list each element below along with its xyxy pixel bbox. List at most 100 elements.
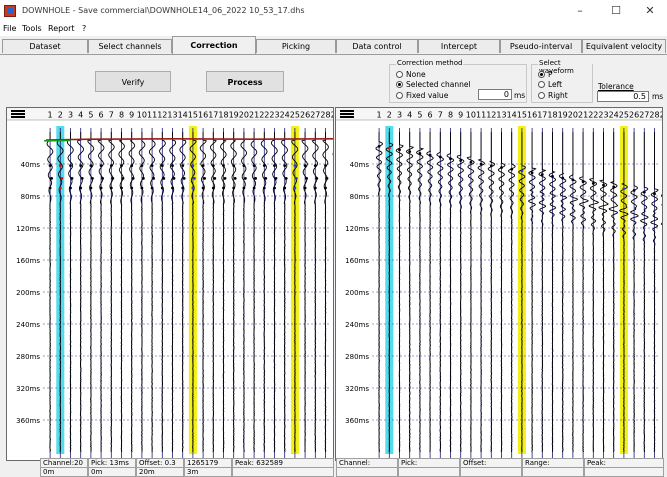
tab-data-control[interactable]: Data control (336, 39, 418, 53)
pick-marker (161, 187, 164, 190)
channel-number-label[interactable]: 23 (269, 111, 279, 120)
channel-number-label[interactable]: 19 (558, 111, 568, 120)
channel-number-label[interactable]: 18 (218, 111, 228, 120)
channel-number-label[interactable]: 21 (578, 111, 588, 120)
channel-number-label[interactable]: 23 (598, 111, 608, 120)
minimize-button[interactable]: – (566, 3, 594, 19)
channel-number-label[interactable]: 11 (147, 111, 157, 120)
tab-correction[interactable]: Correction (172, 36, 256, 54)
time-axis-label: 120ms (16, 225, 40, 233)
channel-number-label[interactable]: 15 (188, 111, 198, 120)
radio-none-button[interactable] (396, 71, 403, 78)
channel-number-label[interactable]: 12 (486, 111, 496, 120)
channel-number-label[interactable]: 7 (438, 111, 443, 120)
menu-help[interactable]: ? (82, 24, 86, 33)
channel-number-label[interactable]: 25 (619, 111, 629, 120)
radio-selected-channel-button[interactable] (396, 81, 403, 88)
fixed-value-input[interactable]: 0 (478, 89, 512, 100)
channel-number-label[interactable]: 13 (167, 111, 177, 120)
channel-number-label[interactable]: 10 (466, 111, 476, 120)
channel-number-label[interactable]: 20 (239, 111, 249, 120)
tab-picking[interactable]: Picking (256, 39, 336, 53)
channel-number-label[interactable]: 24 (609, 111, 619, 120)
radio-selected-channel[interactable]: Selected channel (396, 80, 471, 89)
channel-number-label[interactable]: 14 (507, 111, 517, 120)
channel-number-label[interactable]: 1 (377, 111, 382, 120)
radio-left-button[interactable] (538, 81, 545, 88)
channel-number-label[interactable]: 17 (537, 111, 547, 120)
hamburger-icon[interactable] (340, 110, 354, 118)
menu-report[interactable]: Report (48, 24, 75, 33)
channel-number-label[interactable]: 4 (78, 111, 83, 120)
hamburger-icon[interactable] (11, 110, 25, 118)
channel-number-label[interactable]: 26 (629, 111, 639, 120)
tab-intercept[interactable]: Intercept (418, 39, 500, 53)
channel-number-label[interactable]: 7 (109, 111, 114, 120)
verify-button[interactable]: Verify (95, 71, 171, 92)
channel-number-label[interactable]: 9 (458, 111, 463, 120)
channel-number-label[interactable]: 16 (198, 111, 208, 120)
channel-number-label[interactable]: 12 (157, 111, 167, 120)
tab-pseudo-interval[interactable]: Pseudo-interval (500, 39, 582, 53)
channel-number-label[interactable]: 11 (476, 111, 486, 120)
channel-number-label[interactable]: 19 (229, 111, 239, 120)
right-seismogram-panel[interactable]: 1234567891011121314151617181920212223242… (335, 107, 663, 461)
channel-number-label[interactable]: 29 (660, 111, 662, 120)
pick-marker (192, 164, 195, 167)
channel-number-label[interactable]: 13 (496, 111, 506, 120)
channel-number-label[interactable]: 4 (407, 111, 412, 120)
pick-marker (653, 193, 656, 196)
channel-number-label[interactable]: 5 (88, 111, 93, 120)
tab-equivalent-velocity[interactable]: Equivalent velocity (582, 39, 666, 53)
channel-number-label[interactable]: 14 (178, 111, 188, 120)
channel-number-label[interactable]: 5 (417, 111, 422, 120)
tab-select-channels[interactable]: Select channels (88, 39, 172, 53)
radio-right-button[interactable] (538, 92, 545, 99)
maximize-button[interactable]: ☐ (602, 3, 630, 19)
channel-number-label[interactable]: 2 (58, 111, 63, 120)
channel-number-label[interactable]: 28 (320, 111, 330, 120)
radio-p[interactable]: P (538, 70, 553, 79)
channel-number-label[interactable]: 3 (68, 111, 73, 120)
channel-number-label[interactable]: 21 (249, 111, 259, 120)
left-seismogram-svg[interactable]: 1234567891011121314151617181920212223242… (7, 108, 333, 460)
channel-number-label[interactable]: 16 (527, 111, 537, 120)
channel-number-label[interactable]: 8 (119, 111, 124, 120)
channel-number-label[interactable]: 6 (99, 111, 104, 120)
channel-number-label[interactable]: 22 (259, 111, 269, 120)
left-seismogram-panel[interactable]: 1234567891011121314151617181920212223242… (6, 107, 334, 461)
radio-fixed-value[interactable]: Fixed value (396, 91, 448, 100)
channel-number-label[interactable]: 6 (428, 111, 433, 120)
menu-tools[interactable]: Tools (22, 24, 42, 33)
channel-number-label[interactable]: 17 (208, 111, 218, 120)
radio-left[interactable]: Left (538, 80, 562, 89)
channel-number-label[interactable]: 29 (331, 111, 333, 120)
channel-number-label[interactable]: 10 (137, 111, 147, 120)
process-button[interactable]: Process (206, 71, 284, 92)
radio-none[interactable]: None (396, 70, 426, 79)
channel-number-label[interactable]: 8 (448, 111, 453, 120)
tolerance-input[interactable]: 0.5 (597, 91, 649, 102)
channel-number-label[interactable]: 24 (280, 111, 290, 120)
channel-number-label[interactable]: 27 (639, 111, 649, 120)
channel-number-label[interactable]: 26 (300, 111, 310, 120)
channel-number-label[interactable]: 9 (129, 111, 134, 120)
channel-number-label[interactable]: 2 (387, 111, 392, 120)
radio-fixed-value-button[interactable] (396, 92, 403, 99)
pick-marker (130, 164, 133, 167)
channel-number-label[interactable]: 27 (310, 111, 320, 120)
channel-number-label[interactable]: 18 (547, 111, 557, 120)
channel-number-label[interactable]: 28 (649, 111, 659, 120)
close-button[interactable]: ✕ (636, 3, 664, 19)
tab-dataset[interactable]: Dataset (2, 39, 88, 53)
channel-number-label[interactable]: 25 (290, 111, 300, 120)
right-seismogram-svg[interactable]: 1234567891011121314151617181920212223242… (336, 108, 662, 460)
channel-number-label[interactable]: 20 (568, 111, 578, 120)
channel-number-label[interactable]: 15 (517, 111, 527, 120)
channel-number-label[interactable]: 1 (48, 111, 53, 120)
channel-number-label[interactable]: 3 (397, 111, 402, 120)
channel-number-label[interactable]: 22 (588, 111, 598, 120)
radio-p-button[interactable] (538, 71, 545, 78)
radio-right[interactable]: Right (538, 91, 568, 100)
menu-file[interactable]: File (3, 24, 16, 33)
